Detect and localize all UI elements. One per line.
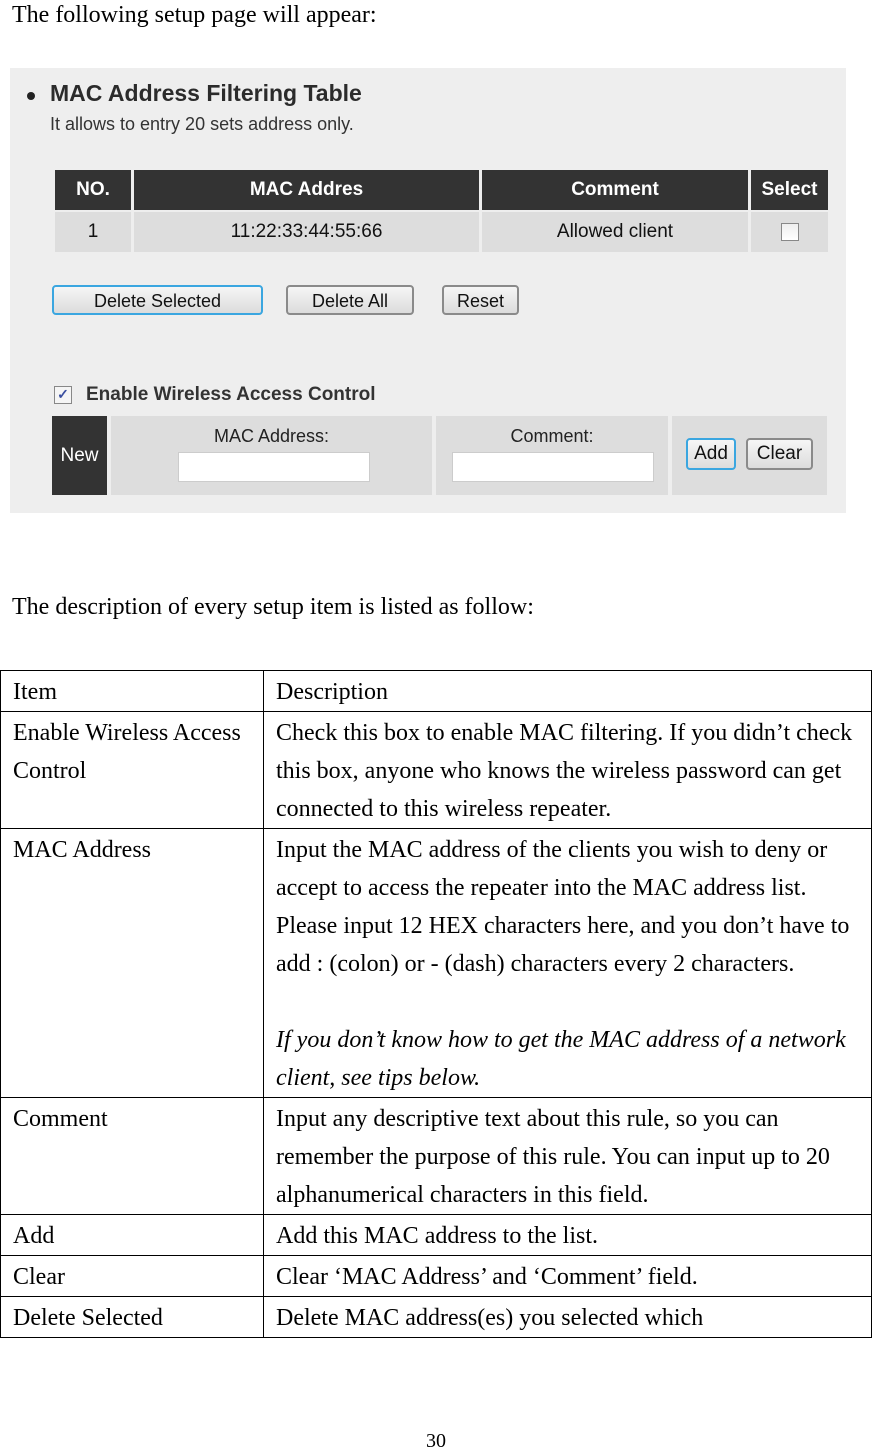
page-number: 30	[426, 1430, 446, 1452]
col-header-mac: MAC Addres	[134, 170, 479, 210]
enable-access-control-label: Enable Wireless Access Control	[86, 384, 376, 405]
reset-button[interactable]: Reset	[442, 285, 519, 315]
description-row: MAC Address Input the MAC address of the…	[0, 828, 872, 1098]
setup-screenshot-panel: MAC Address Filtering Table It allows to…	[10, 68, 846, 513]
description-header-row: Item Description	[0, 670, 872, 712]
mac-address-input[interactable]	[178, 452, 370, 482]
header-item: Item	[0, 670, 264, 712]
desc-cell: Input any descriptive text about this ru…	[263, 1097, 872, 1215]
header-description: Description	[263, 670, 872, 712]
description-table: Item Description Enable Wireless Access …	[0, 670, 872, 1338]
desc-cell: Add this MAC address to the list.	[263, 1214, 872, 1256]
description-intro: The description of every setup item is l…	[12, 594, 534, 620]
desc-cell: Check this box to enable MAC filtering. …	[263, 711, 872, 829]
cell-no: 1	[55, 210, 131, 252]
description-row: Delete Selected Delete MAC address(es) y…	[0, 1296, 872, 1338]
action-cell: Add Clear	[672, 416, 827, 495]
enable-access-control-row: ✓ Enable Wireless Access Control	[54, 384, 376, 406]
enable-access-control-checkbox[interactable]: ✓	[54, 385, 72, 404]
desc-cell: Delete MAC address(es) you selected whic…	[263, 1296, 872, 1338]
panel-subtitle: It allows to entry 20 sets address only.	[50, 114, 354, 134]
item-cell: MAC Address	[0, 828, 264, 1098]
description-row: Add Add this MAC address to the list.	[0, 1214, 872, 1256]
delete-selected-button[interactable]: Delete Selected	[52, 285, 263, 315]
bullet-icon	[27, 92, 35, 100]
cell-select	[751, 210, 828, 252]
description-row: Comment Input any descriptive text about…	[0, 1097, 872, 1215]
item-cell: Clear	[0, 1255, 264, 1297]
desc-note: If you don’t know how to get the MAC add…	[276, 1027, 846, 1091]
table-header-row: NO. MAC Addres Comment Select	[55, 170, 828, 210]
item-cell: Delete Selected	[0, 1296, 264, 1338]
table-row: 1 11:22:33:44:55:66 Allowed client	[55, 210, 828, 252]
intro-text: The following setup page will appear:	[12, 2, 377, 28]
mac-address-label: MAC Address:	[213, 426, 330, 446]
desc-text: Input the MAC address of the clients you…	[276, 837, 850, 977]
mac-address-cell: MAC Address:	[111, 416, 432, 495]
desc-cell: Input the MAC address of the clients you…	[263, 828, 872, 1098]
cell-mac: 11:22:33:44:55:66	[134, 210, 479, 252]
cell-comment: Allowed client	[482, 210, 748, 252]
comment-cell: Comment:	[436, 416, 668, 495]
item-cell: Enable Wireless Access Control	[0, 711, 264, 829]
description-row: Clear Clear ‘MAC Address’ and ‘Comment’ …	[0, 1255, 872, 1297]
item-cell: Add	[0, 1214, 264, 1256]
select-checkbox[interactable]	[780, 222, 799, 241]
comment-input[interactable]	[452, 452, 654, 482]
delete-all-button[interactable]: Delete All	[286, 285, 414, 315]
col-header-select: Select	[751, 170, 828, 210]
panel-title: MAC Address Filtering Table	[50, 80, 362, 106]
mac-filter-table: NO. MAC Addres Comment Select 1 11:22:33…	[52, 170, 831, 252]
col-header-comment: Comment	[482, 170, 748, 210]
comment-label: Comment:	[510, 426, 594, 446]
add-button[interactable]: Add	[686, 438, 736, 470]
new-label: New	[52, 416, 107, 495]
new-entry-row: New MAC Address: Comment: Add Clear	[52, 416, 827, 495]
clear-button[interactable]: Clear	[746, 438, 813, 470]
col-header-no: NO.	[55, 170, 131, 210]
item-cell: Comment	[0, 1097, 264, 1215]
desc-cell: Clear ‘MAC Address’ and ‘Comment’ field.	[263, 1255, 872, 1297]
description-row: Enable Wireless Access Control Check thi…	[0, 711, 872, 829]
